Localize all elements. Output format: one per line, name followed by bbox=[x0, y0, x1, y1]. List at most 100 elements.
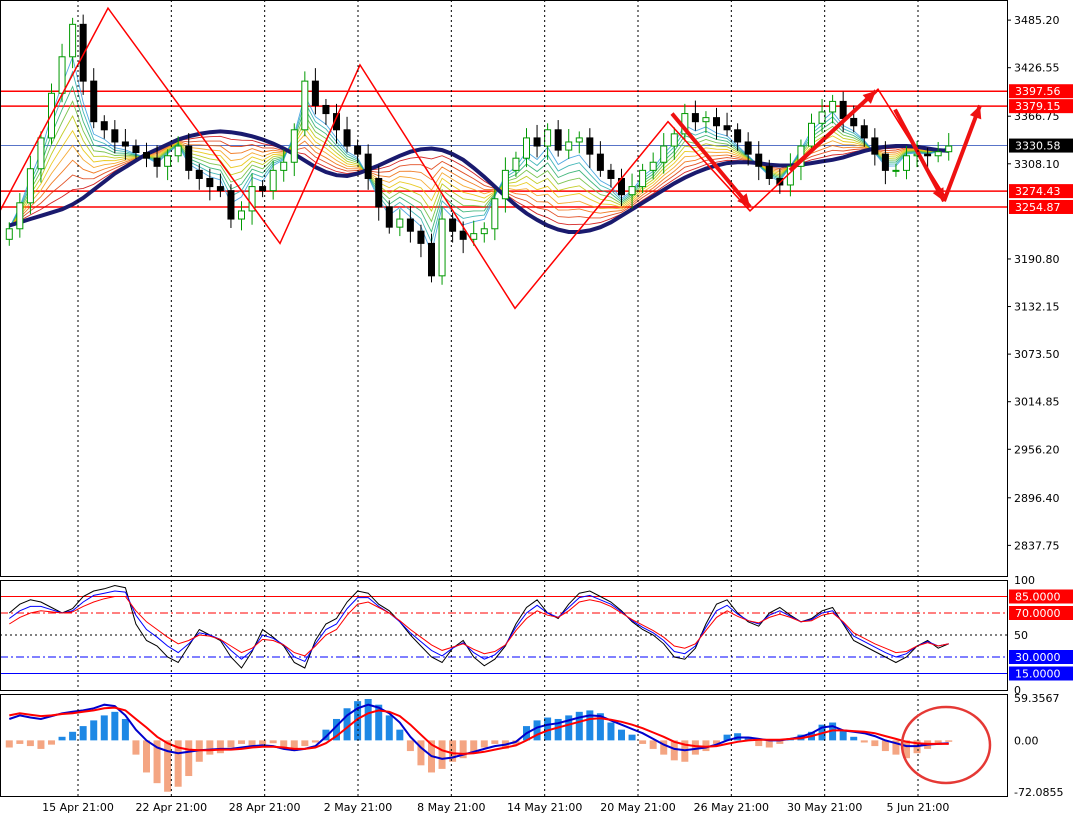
macd-histogram-bar bbox=[480, 740, 488, 748]
candle-body bbox=[839, 100, 847, 119]
osc-y-tick-label: 50 bbox=[1014, 629, 1028, 642]
candle-body bbox=[565, 141, 573, 151]
candle-body bbox=[58, 56, 66, 94]
candle-body bbox=[903, 155, 910, 171]
candle-body bbox=[554, 129, 562, 151]
y-tick-label: 2956.20 bbox=[1014, 443, 1060, 456]
candle-body bbox=[79, 23, 87, 82]
candle-body bbox=[871, 137, 879, 155]
macd-histogram-bar bbox=[691, 740, 699, 755]
y-tick-label: 2837.75 bbox=[1014, 539, 1060, 552]
osc-level-label: 30.0000 bbox=[1015, 651, 1061, 664]
x-tick-label: 20 May 21:00 bbox=[600, 801, 675, 814]
candle-body bbox=[808, 122, 815, 147]
candle-body bbox=[829, 100, 837, 113]
macd-histogram-bar bbox=[385, 715, 393, 741]
candle-body bbox=[892, 169, 900, 172]
macd-histogram-bar bbox=[301, 740, 309, 747]
y-tick-label: 3426.55 bbox=[1014, 62, 1060, 75]
chart-background bbox=[0, 0, 1075, 819]
macd-histogram-bar bbox=[438, 740, 446, 769]
candle-body bbox=[765, 165, 773, 179]
x-tick-label: 22 Apr 21:00 bbox=[135, 801, 207, 814]
candle-body bbox=[406, 218, 414, 232]
x-tick-label: 28 Apr 21:00 bbox=[229, 801, 301, 814]
macd-histogram-bar bbox=[121, 718, 129, 741]
macd-histogram-bar bbox=[618, 729, 625, 741]
macd-histogram-bar bbox=[37, 740, 45, 749]
macd-histogram-bar bbox=[185, 740, 193, 777]
macd-histogram-bar bbox=[69, 731, 77, 741]
candle-body bbox=[501, 169, 509, 200]
candle-body bbox=[723, 125, 731, 131]
macd-histogram-bar bbox=[765, 740, 773, 748]
macd-histogram-bar bbox=[48, 740, 55, 745]
candle-body bbox=[90, 80, 98, 123]
candle-body bbox=[533, 137, 541, 147]
candle-body bbox=[744, 141, 752, 155]
macd-histogram-bar bbox=[755, 740, 763, 747]
candle-body bbox=[364, 153, 372, 179]
candle-body bbox=[860, 125, 868, 139]
candle-body bbox=[523, 137, 530, 159]
candle-body bbox=[185, 145, 193, 171]
macd-histogram-bar bbox=[132, 740, 140, 755]
candle-body bbox=[734, 129, 742, 143]
candle-body bbox=[544, 129, 552, 147]
macd-histogram-bar bbox=[58, 736, 66, 741]
macd-histogram-bar bbox=[850, 736, 858, 741]
macd-histogram-bar bbox=[628, 734, 636, 741]
candle-body bbox=[639, 169, 647, 188]
candle-body bbox=[375, 177, 383, 208]
macd-y-tick-label: -72.0855 bbox=[1014, 786, 1063, 799]
candle-body bbox=[649, 161, 657, 171]
candle-body bbox=[480, 228, 488, 235]
macd-histogram-bar bbox=[164, 740, 172, 792]
candle-body bbox=[121, 141, 129, 147]
macd-histogram-bar bbox=[79, 726, 87, 741]
candle-body bbox=[449, 218, 457, 232]
macd-histogram-bar bbox=[26, 740, 34, 747]
macd-y-tick-label: 0.00 bbox=[1014, 734, 1039, 747]
candle-body bbox=[512, 157, 520, 171]
trading-chart: 15 Apr 21:00 22 Apr 21:00 28 Apr 21:00 2 Ma… bbox=[0, 0, 1075, 819]
candle-body bbox=[164, 155, 172, 167]
candle-body bbox=[470, 233, 478, 240]
candle-body bbox=[280, 161, 288, 171]
price-tag-label: 3330.58 bbox=[1015, 140, 1061, 153]
price-tag-label: 3274.43 bbox=[1015, 185, 1061, 198]
price-tag-label: 3397.56 bbox=[1015, 85, 1061, 98]
candle-body bbox=[818, 111, 826, 124]
macd-histogram-bar bbox=[206, 740, 214, 755]
y-tick-label: 3308.10 bbox=[1014, 158, 1060, 171]
x-tick-label: 26 May 21:00 bbox=[694, 801, 769, 814]
x-tick-label: 2 May 21:00 bbox=[324, 801, 392, 814]
candle-body bbox=[945, 145, 953, 153]
candle-body bbox=[607, 169, 615, 179]
y-tick-label: 3073.50 bbox=[1014, 348, 1060, 361]
osc-level-label: 70.0000 bbox=[1015, 607, 1061, 620]
candle-body bbox=[132, 145, 140, 154]
candle-body bbox=[111, 129, 119, 143]
candle-body bbox=[26, 168, 34, 204]
candle-body bbox=[417, 230, 425, 244]
macd-histogram-bar bbox=[607, 722, 615, 741]
price-tag-label: 3379.15 bbox=[1015, 100, 1061, 113]
x-tick-label: 8 May 21:00 bbox=[417, 801, 485, 814]
candle-body bbox=[628, 186, 636, 196]
macd-histogram-bar bbox=[533, 720, 541, 741]
candle-body bbox=[924, 153, 932, 157]
x-tick-label: 15 Apr 21:00 bbox=[42, 801, 114, 814]
candle-body bbox=[301, 80, 309, 131]
candle-body bbox=[438, 218, 446, 277]
y-tick-label: 3485.20 bbox=[1014, 14, 1060, 27]
candle-body bbox=[713, 117, 720, 127]
macd-histogram-bar bbox=[649, 740, 657, 749]
candle-body bbox=[143, 152, 150, 159]
macd-histogram-bar bbox=[111, 711, 119, 741]
candle-body bbox=[881, 153, 889, 171]
candle-body bbox=[174, 145, 182, 157]
candle-body bbox=[69, 23, 77, 58]
x-tick-label: 5 Jun 21:00 bbox=[887, 801, 950, 814]
candle-body bbox=[290, 129, 298, 163]
